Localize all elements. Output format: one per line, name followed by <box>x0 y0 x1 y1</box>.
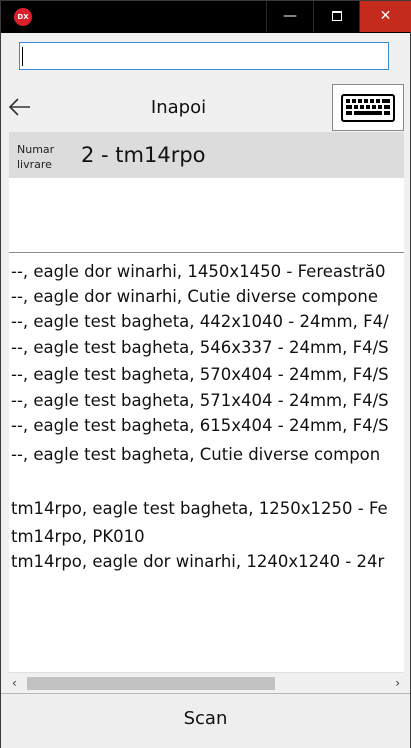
scroll-left-icon[interactable]: ‹ <box>12 676 17 690</box>
delivery-number-row: Numar livrare 2 - tm14rpo <box>9 132 404 178</box>
app-window: DX — ✕ Inapoi Numar livrare 2 - tm14rpo … <box>0 0 411 748</box>
scrollbar-thumb[interactable] <box>27 677 275 690</box>
horizontal-scrollbar[interactable]: ‹ › <box>9 672 404 694</box>
search-input[interactable] <box>19 42 389 70</box>
list-item[interactable] <box>11 471 404 495</box>
delivery-number-value: 2 - tm14rpo <box>81 143 206 167</box>
list-item[interactable]: --, eagle test bagheta, 571x404 - 24mm, … <box>11 389 404 413</box>
list-item[interactable]: tm14rpo, PK010 <box>11 525 404 549</box>
list-item[interactable]: --, eagle test bagheta, 442x1040 - 24mm,… <box>11 310 404 334</box>
scroll-right-icon[interactable]: › <box>395 676 400 690</box>
delivery-caption-line1: Numar <box>17 143 55 156</box>
maximize-button[interactable] <box>313 1 360 32</box>
arrow-left-icon[interactable] <box>7 95 33 119</box>
list-item[interactable]: --, eagle dor winarhi, Cutie diverse com… <box>11 285 404 309</box>
scanned-items-list[interactable]: --, eagle dor winarhi, 1450x1450 - Ferea… <box>9 252 404 673</box>
back-label[interactable]: Inapoi <box>131 97 226 118</box>
close-button[interactable]: ✕ <box>359 1 411 32</box>
list-item[interactable]: --, eagle dor winarhi, 1450x1450 - Ferea… <box>11 260 404 284</box>
scan-button[interactable]: Scan <box>1 693 410 748</box>
delivery-caption-line2: livrare <box>17 158 52 171</box>
text-caret <box>22 47 23 66</box>
maximize-icon <box>332 11 342 21</box>
keyboard-button[interactable] <box>332 84 404 131</box>
nav-row: Inapoi <box>1 83 410 131</box>
list-item[interactable]: --, eagle test bagheta, 615x404 - 24mm, … <box>11 414 404 438</box>
list-item[interactable]: --, eagle test bagheta, 570x404 - 24mm, … <box>11 363 404 387</box>
close-icon: ✕ <box>379 8 392 24</box>
app-icon: DX <box>14 8 32 26</box>
blank-area <box>9 178 404 252</box>
minimize-button[interactable]: — <box>266 1 313 32</box>
list-item[interactable]: --, eagle test bagheta, Cutie diverse co… <box>11 443 404 467</box>
input-area <box>1 33 410 83</box>
list-item[interactable]: tm14rpo, eagle dor winarhi, 1240x1240 - … <box>11 550 404 574</box>
list-item[interactable]: tm14rpo, eagle test bagheta, 1250x1250 -… <box>11 497 404 521</box>
list-item[interactable]: --, eagle test bagheta, 546x337 - 24mm, … <box>11 336 404 360</box>
keyboard-icon <box>341 94 395 122</box>
delivery-number-caption: Numar livrare <box>17 142 77 172</box>
minimize-icon: — <box>283 8 297 24</box>
title-bar: DX — ✕ <box>1 1 411 33</box>
